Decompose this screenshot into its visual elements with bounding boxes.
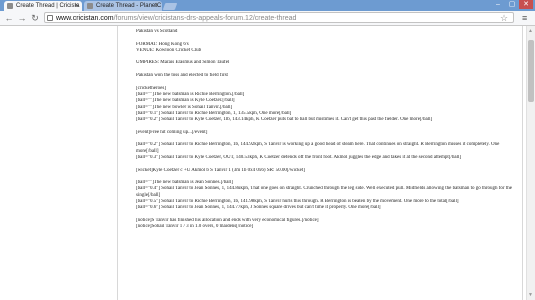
address-bar[interactable]: www.cricistan.com/forums/view/cricistans…	[44, 12, 514, 23]
tab-label: Create Thread | Cricista	[16, 3, 80, 9]
menu-icon[interactable]: ≡	[522, 13, 527, 23]
back-icon[interactable]: ←	[4, 13, 14, 23]
page-viewport: Pakistan vs Scotland FORMAT: Hong Kong 6'…	[0, 26, 526, 300]
page-favicon-icon	[87, 3, 93, 9]
page-info-icon	[47, 15, 53, 21]
close-tab-icon[interactable]: ✕	[74, 1, 79, 11]
url-domain: www.cricistan.com	[56, 15, 114, 22]
scroll-down-icon[interactable]: ▼	[528, 292, 533, 298]
thread-editor[interactable]: Pakistan vs Scotland FORMAT: Hong Kong 6'…	[117, 26, 523, 300]
scroll-up-icon[interactable]: ▲	[528, 28, 533, 34]
page-favicon-icon	[7, 3, 13, 9]
new-tab-button[interactable]	[162, 3, 178, 10]
post-line: [ball="0.2"] Sohail Tanvir to Richie Ber…	[136, 142, 500, 154]
url-path: /forums/view/cricistans-drs-appeals-foru…	[113, 15, 297, 22]
maximize-icon[interactable]: ▢	[505, 0, 519, 9]
scrollbar-thumb[interactable]	[528, 40, 534, 102]
minimize-icon[interactable]: –	[491, 0, 505, 9]
scrollbar[interactable]: ▲ ▼	[526, 26, 535, 300]
post-line: [notice]Sohail Tanvir 1 / 3 in 1.0 overs…	[136, 224, 254, 230]
close-tab-icon[interactable]: ✕	[154, 1, 159, 11]
post-line: [ball="0.4"] Sohail Tanvir to Jean Sonne…	[136, 186, 512, 198]
toolbar: ← → ↻ www.cricistan.com/forums/view/cric…	[0, 11, 535, 26]
tab-label: Create Thread - PlanetC	[96, 3, 162, 9]
tab-create-thread-planetc[interactable]: Create Thread - PlanetC ✕	[84, 1, 162, 11]
forward-icon[interactable]: →	[17, 13, 27, 23]
bookmark-star-icon[interactable]: ☆	[500, 13, 508, 24]
post-content: Pakistan vs Scotland FORMAT: Hong Kong 6'…	[136, 29, 519, 231]
tab-create-thread-cricistan[interactable]: Create Thread | Cricista ✕	[4, 1, 82, 11]
tab-strip: Create Thread | Cricista ✕ Create Thread…	[0, 0, 535, 11]
reload-icon[interactable]: ↻	[30, 13, 40, 23]
close-window-icon[interactable]: ✕	[519, 0, 533, 9]
